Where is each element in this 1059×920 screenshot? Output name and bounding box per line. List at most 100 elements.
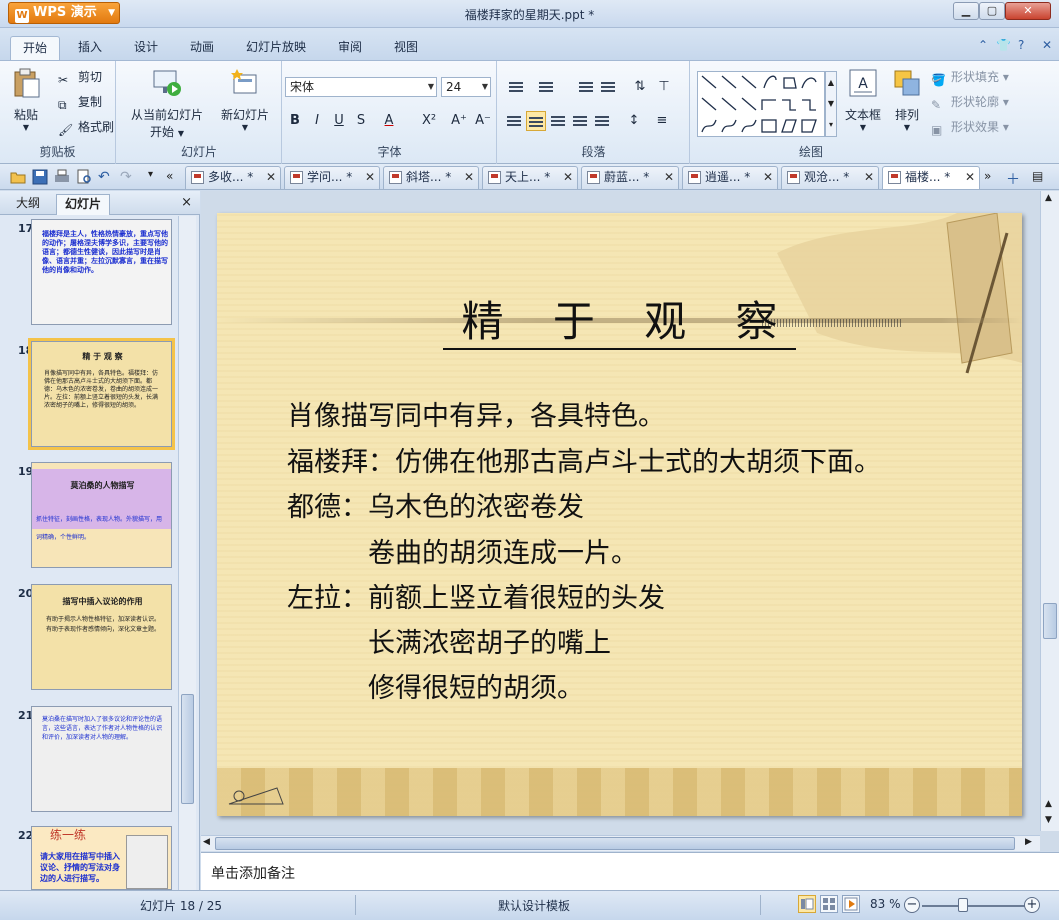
slideshow-button[interactable]: [842, 895, 860, 913]
scroll-left-icon[interactable]: ◀: [203, 837, 210, 847]
save-icon[interactable]: [32, 169, 48, 185]
doc-tab-2[interactable]: 学问... * ✕: [284, 166, 380, 189]
scroll-up-icon[interactable]: ▲: [1045, 193, 1052, 203]
scroll-right-icon[interactable]: ▶: [1025, 837, 1032, 847]
print-preview-icon[interactable]: [76, 169, 92, 185]
font-color-button[interactable]: A: [379, 111, 399, 131]
tab-insert[interactable]: 插入: [66, 36, 114, 60]
slide-title[interactable]: 精 于 观 察: [217, 288, 1022, 350]
horizontal-scrollbar[interactable]: ◀ ▶: [201, 835, 1040, 851]
redo-icon[interactable]: ↷: [120, 169, 136, 185]
textbox-button[interactable]: A 文本框 ▼: [841, 67, 885, 132]
italic-button[interactable]: I: [307, 111, 327, 131]
maximize-button[interactable]: ▢: [979, 2, 1005, 20]
new-slide-button[interactable]: 新幻灯片 ▼: [215, 67, 275, 132]
zoom-out-icon[interactable]: −: [904, 897, 920, 913]
current-slide[interactable]: 精 于 观 察 肖像描写同中有异，各具特色。 福楼拜：仿佛在他那古高卢斗士式的大…: [217, 213, 1022, 816]
underline-button[interactable]: U: [329, 111, 349, 131]
align-center-button[interactable]: [526, 111, 546, 131]
shrink-font-button[interactable]: A⁻: [473, 111, 493, 131]
shape-outline-button[interactable]: ✎ 形状轮廓 ▾: [931, 92, 1009, 112]
justify-button[interactable]: [570, 111, 590, 131]
align-right-button[interactable]: [548, 111, 568, 131]
slide-text-line[interactable]: 修得很短的胡须。: [287, 666, 584, 705]
close-tab-icon[interactable]: ✕: [266, 167, 276, 188]
close-tab-icon[interactable]: ✕: [563, 167, 573, 188]
slide-thumbnail-18[interactable]: 精 于 观 察 肖像描写同中有异，各具特色。福楼拜：仿佛在他那古高卢斗士式的大胡…: [28, 338, 175, 450]
slide-text-line[interactable]: 福楼拜：仿佛在他那古高卢斗士式的大胡须下面。: [287, 440, 881, 479]
doc-tab-1[interactable]: 多收... * ✕: [185, 166, 281, 189]
decrease-indent-button[interactable]: [576, 77, 596, 97]
normal-view-button[interactable]: [798, 895, 816, 913]
distribute-button[interactable]: [592, 111, 612, 131]
slide-thumbnail-17[interactable]: 福楼拜是主人，性格热情豪放，重点写他的动作；屠格涅夫博学多识，主要写他的语言；都…: [31, 219, 172, 325]
tab-slides[interactable]: 幻灯片: [56, 194, 111, 215]
copy-button[interactable]: ⧉ 复制: [58, 92, 102, 112]
slide-thumbnail-19[interactable]: 莫泊桑的人物描写 抓住特征，刻画性格，表现人物。外貌描写，用词精确，个性鲜明。: [31, 462, 172, 568]
collapse-ribbon-icon[interactable]: ⌃: [978, 38, 988, 52]
doc-tab-7[interactable]: 观沧... * ✕: [781, 166, 879, 189]
slide-thumbnail-21[interactable]: 莫泊桑在描写时加入了很多议论和评论性的语言，这些语言，表达了作者对人物性格的认识…: [31, 706, 172, 812]
tabs-right-icon[interactable]: »: [984, 169, 1000, 185]
slide-text-line[interactable]: 长满浓密胡子的嘴上: [287, 621, 611, 660]
scroll-thumb[interactable]: [215, 837, 1015, 850]
close-tab-icon[interactable]: ✕: [365, 167, 375, 188]
number-list-button[interactable]: [536, 77, 556, 97]
doc-tab-6[interactable]: 逍遥... * ✕: [682, 166, 778, 189]
tab-review[interactable]: 审阅: [326, 36, 374, 60]
close-tab-icon[interactable]: ✕: [664, 167, 674, 188]
vertical-scrollbar[interactable]: ▲ ▲ ▼: [1040, 191, 1059, 831]
tab-animation[interactable]: 动画: [178, 36, 226, 60]
text-shadow-button[interactable]: S: [351, 111, 371, 131]
scroll-thumb[interactable]: [181, 694, 194, 804]
paragraph-spacing-button[interactable]: ≡: [652, 111, 672, 131]
play-from-current-button[interactable]: 从当前幻灯片 开始 ▼: [127, 67, 207, 140]
cut-button[interactable]: ✂ 剪切: [58, 67, 102, 87]
previous-slide-icon[interactable]: ▲: [1045, 799, 1052, 809]
customize-toolbar-icon[interactable]: ▾: [148, 169, 164, 185]
tab-view[interactable]: 视图: [382, 36, 430, 60]
new-tab-icon[interactable]: ＋: [1006, 169, 1022, 188]
font-size-combo[interactable]: 24 ▼: [441, 77, 491, 97]
shape-fill-button[interactable]: 🪣 形状填充 ▾: [931, 67, 1009, 87]
doc-tab-5[interactable]: 蔚蓝... * ✕: [581, 166, 679, 189]
grow-font-button[interactable]: A⁺: [449, 111, 469, 131]
undo-icon[interactable]: ↶: [98, 169, 114, 185]
slide-thumbnail-22[interactable]: 练一练 请大家用在描写中插入议论、抒情的写法对身边的人进行描写。: [31, 826, 172, 890]
notes-pane[interactable]: 单击添加备注: [201, 852, 1059, 890]
align-text-button[interactable]: ⊤: [654, 77, 674, 97]
close-tab-icon[interactable]: ✕: [763, 167, 773, 188]
close-doc-icon[interactable]: ✕: [1042, 38, 1052, 52]
font-name-combo[interactable]: 宋体 ▼: [285, 77, 437, 97]
tab-outline[interactable]: 大纲: [8, 194, 48, 215]
align-left-button[interactable]: [504, 111, 524, 131]
thumbnail-scrollbar[interactable]: [178, 216, 196, 890]
bullet-list-button[interactable]: [506, 77, 526, 97]
superscript-button[interactable]: X²: [419, 111, 439, 131]
doc-tab-3[interactable]: 斜塔... * ✕: [383, 166, 479, 189]
slide-text-line[interactable]: 都德：乌木色的浓密卷发: [287, 485, 584, 524]
slide-text-line[interactable]: 左拉：前额上竖立着很短的头发: [287, 576, 665, 615]
print-icon[interactable]: [54, 169, 70, 185]
zoom-slider-handle[interactable]: [958, 898, 968, 912]
tab-list-icon[interactable]: ▤: [1032, 169, 1048, 185]
close-button[interactable]: ✕: [1005, 2, 1051, 20]
zoom-slider[interactable]: [922, 905, 1026, 907]
tab-home[interactable]: 开始: [10, 36, 60, 60]
doc-tab-8-active[interactable]: 福楼... * ✕: [882, 166, 980, 189]
minimize-button[interactable]: ▁: [953, 2, 979, 20]
thumbnail-list[interactable]: 17 福楼拜是主人，性格热情豪放，重点写他的动作；屠格涅夫博学多识，主要写他的语…: [0, 216, 178, 890]
bold-button[interactable]: B: [285, 111, 305, 131]
slide-sorter-button[interactable]: [820, 895, 838, 913]
close-panel-icon[interactable]: ×: [181, 195, 192, 210]
arrange-button[interactable]: 排列 ▼: [887, 67, 927, 132]
line-spacing-button[interactable]: ↕: [624, 111, 644, 131]
close-tab-icon[interactable]: ✕: [464, 167, 474, 188]
slide-text-line[interactable]: 卷曲的胡须连成一片。: [287, 531, 638, 570]
tab-design[interactable]: 设计: [122, 36, 170, 60]
shape-effect-button[interactable]: ▣ 形状效果 ▾: [931, 117, 1009, 137]
close-tab-icon[interactable]: ✕: [965, 167, 975, 188]
tab-slideshow[interactable]: 幻灯片放映: [238, 36, 314, 60]
zoom-in-icon[interactable]: +: [1024, 897, 1040, 913]
scroll-thumb[interactable]: [1043, 603, 1057, 639]
